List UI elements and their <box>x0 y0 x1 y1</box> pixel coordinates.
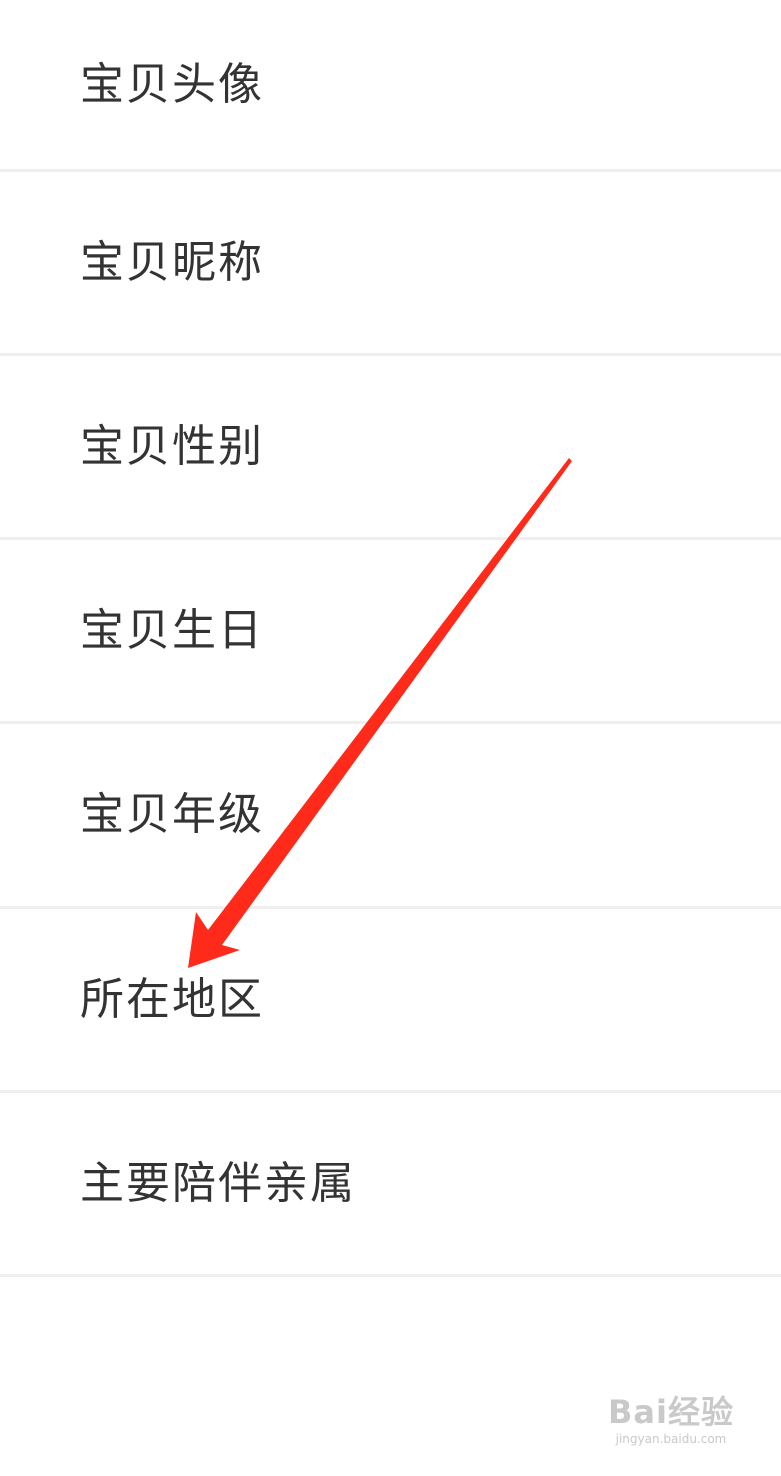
list-item-baby-gender[interactable]: 宝贝性别 <box>0 356 781 540</box>
list-item-label: 宝贝昵称 <box>80 236 264 288</box>
list-item-label: 宝贝性别 <box>80 420 264 472</box>
list-item-label: 主要陪伴亲属 <box>80 1157 356 1209</box>
list-item-baby-birthday[interactable]: 宝贝生日 <box>0 540 781 724</box>
watermark-url: jingyan.baidu.com <box>615 1432 727 1446</box>
list-item-main-companion-relative[interactable]: 主要陪伴亲属 <box>0 1093 781 1277</box>
list-item-label: 宝贝年级 <box>80 789 264 840</box>
list-item-baby-grade[interactable]: 宝贝年级 <box>0 724 781 909</box>
baidu-jingyan-watermark: Bai经验 jingyan.baidu.com <box>601 1392 741 1462</box>
list-item-label: 宝贝头像 <box>80 58 264 110</box>
list-item-label: 宝贝生日 <box>80 604 264 656</box>
list-item-baby-nickname[interactable]: 宝贝昵称 <box>0 172 781 356</box>
watermark-logo: Bai经验 <box>608 1393 734 1431</box>
list-item-region[interactable]: 所在地区 <box>0 909 781 1093</box>
list-item-baby-avatar[interactable]: 宝贝头像 <box>0 0 781 172</box>
list-item-label: 所在地区 <box>80 973 264 1025</box>
settings-list: 宝贝头像 宝贝昵称 宝贝性别 宝贝生日 宝贝年级 所在地区 主要陪伴亲属 <box>0 0 781 1277</box>
